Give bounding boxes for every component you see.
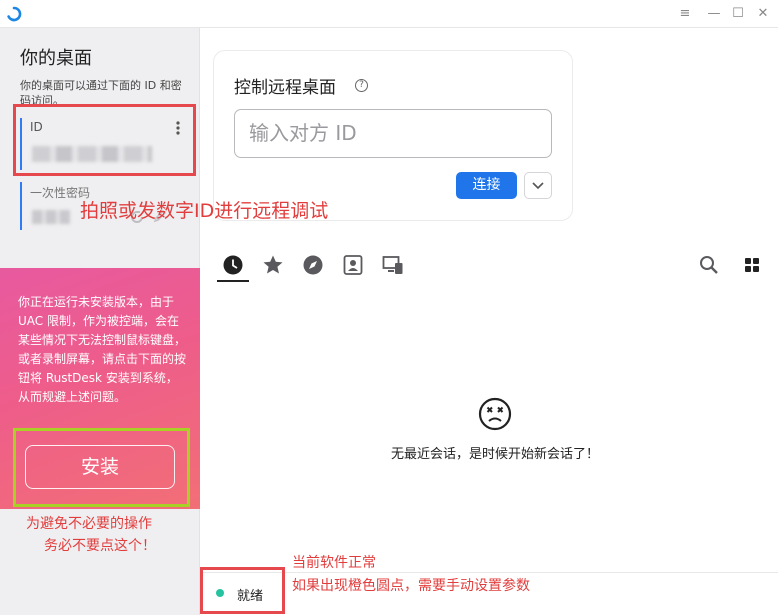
menu-icon[interactable]: ≡: [676, 5, 694, 23]
connect-button[interactable]: 连接: [456, 172, 517, 199]
contact-icon[interactable]: [342, 254, 364, 276]
connect-title: 控制远程桌面: [234, 78, 336, 98]
install-warning-text: 你正在运行未安装版本，由于 UAC 限制，作为被控端，会在某些情况下无法控制鼠标…: [18, 295, 187, 404]
grid-view-icon[interactable]: [741, 254, 763, 276]
remote-id-input[interactable]: 输入对方 ID: [234, 109, 552, 158]
annotation-install-note-2: 务必不要点这个！: [44, 538, 156, 554]
peer-tabs: [213, 248, 773, 284]
install-highlight-box: [13, 428, 190, 507]
sidebar-title: 你的桌面: [20, 48, 92, 69]
password-value-blurred: [32, 210, 70, 224]
chevron-down-icon: [532, 182, 544, 190]
connect-options-button[interactable]: [524, 172, 552, 199]
search-icon[interactable]: [698, 254, 720, 276]
annotation-status-note-2: 如果出现橙色圆点，需要手动设置参数: [292, 578, 530, 594]
compass-icon[interactable]: [302, 254, 324, 276]
active-tab-indicator: [217, 280, 249, 282]
sidebar-description: 你的桌面可以通过下面的 ID 和密码访问。: [20, 79, 182, 104]
star-icon[interactable]: [262, 254, 284, 276]
status-highlight-box: [200, 567, 285, 614]
clock-icon[interactable]: [222, 254, 244, 276]
empty-state-text: 无最近会话，是时候开始新会话了！: [390, 447, 599, 462]
id-highlight-box: [13, 104, 196, 176]
help-icon[interactable]: ?: [355, 79, 368, 92]
annotation-id-note: 拍照或发数字ID进行远程调试: [80, 200, 329, 222]
rustdesk-logo-icon: [6, 6, 22, 22]
annotation-status-note-1: 当前软件正常: [292, 555, 376, 571]
minimize-icon[interactable]: —: [705, 5, 723, 23]
sad-face-icon: [478, 397, 512, 431]
devices-icon[interactable]: [382, 254, 404, 276]
annotation-install-note-1: 为避免不必要的操作: [26, 516, 152, 532]
title-bar: ≡ — ☐ ✕: [0, 0, 778, 28]
empty-state: 无最近会话，是时候开始新会话了！: [200, 395, 778, 475]
maximize-icon[interactable]: ☐: [729, 5, 747, 23]
close-icon[interactable]: ✕: [754, 5, 772, 23]
